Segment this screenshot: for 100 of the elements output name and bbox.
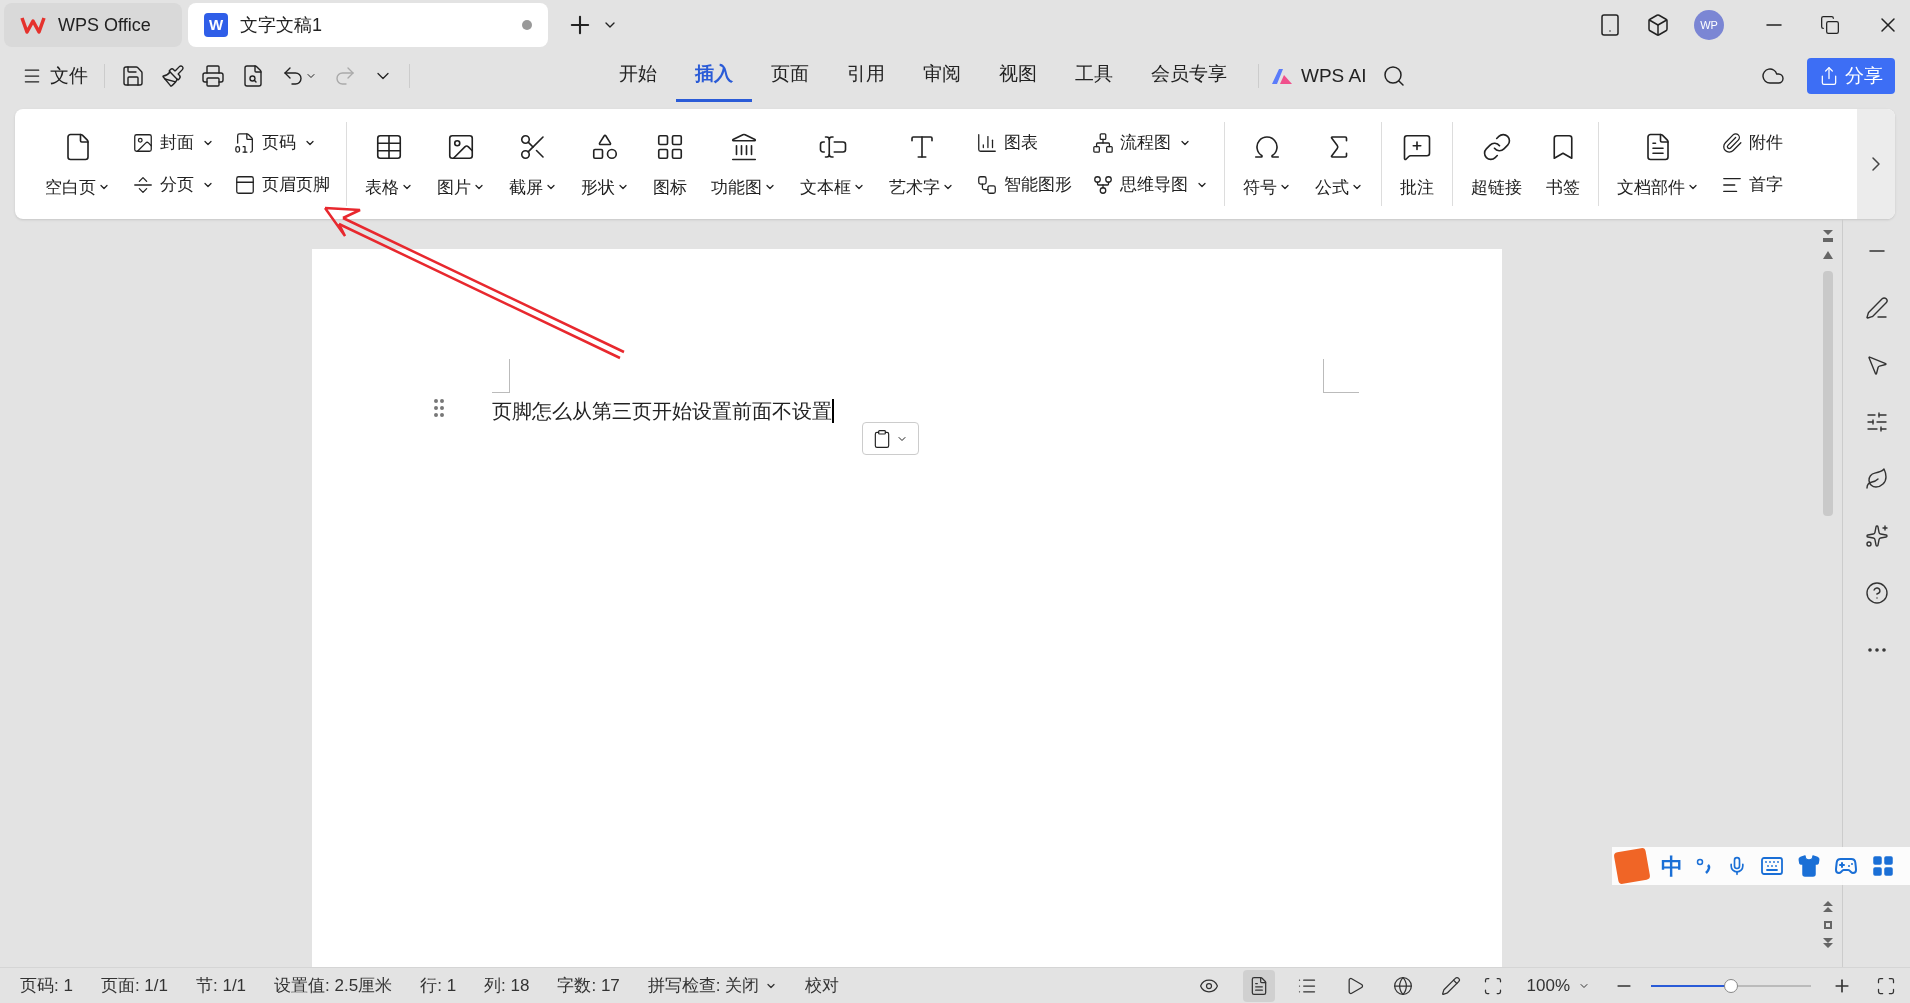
format-painter-icon[interactable]	[161, 64, 185, 88]
ime-logo-icon[interactable]	[1613, 847, 1651, 885]
shapes-icon	[590, 132, 620, 162]
ribbon-button[interactable]: 分页	[128, 168, 218, 202]
pen-icon	[1440, 975, 1461, 996]
shirt-icon[interactable]	[1797, 854, 1821, 878]
ribbon-button[interactable]: 页眉页脚	[230, 168, 334, 202]
sliders-icon[interactable]	[1864, 410, 1889, 434]
document-tab[interactable]: W 文字文稿1	[188, 3, 548, 47]
page-number-icon	[234, 132, 256, 154]
ai-logo-icon	[1271, 67, 1293, 85]
ribbon-button[interactable]: 智能图形	[972, 168, 1076, 202]
collapse-icon[interactable]	[1822, 229, 1834, 243]
ribbon-button[interactable]: 形状	[571, 124, 639, 204]
cube-icon[interactable]	[1646, 13, 1670, 37]
globe-icon	[1392, 975, 1413, 996]
ribbon-button[interactable]: 流程图	[1088, 126, 1212, 160]
status-item: 校对	[805, 974, 840, 997]
margin-corner-mark	[491, 359, 510, 393]
leaf-icon[interactable]	[1864, 467, 1889, 491]
fullscreen-icon[interactable]	[1876, 975, 1896, 996]
keyboard-icon[interactable]	[1760, 854, 1784, 878]
ribbon-button[interactable]: 批注	[1390, 124, 1444, 204]
restore-icon[interactable]	[1820, 15, 1840, 35]
search-icon[interactable]	[1382, 64, 1407, 88]
zoom-dropdown[interactable]: 100%	[1526, 972, 1590, 999]
share-icon	[1819, 66, 1839, 86]
menu-tab[interactable]: 开始	[600, 50, 676, 102]
menu-tab[interactable]: 审阅	[904, 50, 980, 102]
ribbon-button[interactable]: 附件	[1717, 126, 1787, 160]
ribbon-button[interactable]: 符号	[1233, 124, 1301, 204]
menu-tab[interactable]: 页面	[752, 50, 828, 102]
ribbon-button[interactable]: 首字	[1717, 168, 1787, 202]
ribbon-button[interactable]: 空白页	[35, 124, 120, 204]
paperclip-icon	[1721, 132, 1743, 154]
ribbon-button[interactable]: 图标	[643, 124, 697, 204]
select-browse-icon[interactable]	[1824, 921, 1832, 929]
view-mode-button[interactable]	[1242, 969, 1275, 1002]
save-icon[interactable]	[121, 64, 145, 88]
menu-tab[interactable]: 视图	[980, 50, 1056, 102]
comment-icon	[1402, 132, 1432, 162]
ribbon-button[interactable]: 截屏	[499, 124, 567, 204]
ime-mode[interactable]: 中	[1661, 849, 1683, 883]
status-item: 字数: 17	[557, 974, 620, 997]
status-item: 页码: 1	[20, 974, 73, 997]
chart-icon	[976, 132, 998, 154]
ribbon-button[interactable]: 表格	[355, 124, 423, 204]
status-item: 页面: 1/1	[100, 974, 168, 997]
grid-icon[interactable]	[1871, 854, 1895, 878]
clipboard-icon	[872, 428, 892, 449]
document-tab[interactable]: WPS Office	[4, 3, 182, 47]
ribbon-button[interactable]: 超链接	[1461, 124, 1532, 204]
file-menu[interactable]: 文件	[22, 61, 88, 91]
header-footer-icon	[234, 174, 256, 196]
ribbon-button[interactable]: 文档部件	[1607, 124, 1709, 204]
text-cursor	[831, 399, 834, 423]
table-icon	[374, 132, 404, 162]
margin-corner-mark	[1322, 359, 1359, 393]
document-text: 页脚怎么从第三页开始设置前面不设置	[491, 399, 832, 424]
fit-page-icon[interactable]	[1482, 975, 1503, 996]
ribbon-button[interactable]: 公式	[1305, 124, 1373, 204]
help-icon[interactable]	[1864, 581, 1889, 605]
ribbon-button[interactable]: 文本框	[790, 124, 875, 204]
smart-graphic-icon	[976, 174, 998, 196]
image-icon	[446, 132, 476, 162]
menu-tab[interactable]: 插入	[676, 50, 752, 102]
status-item[interactable]: 拼写检查: 关闭	[647, 972, 778, 999]
mic-icon[interactable]	[1727, 856, 1747, 876]
print-preview-icon[interactable]	[241, 64, 265, 88]
menu-tab[interactable]: 引用	[828, 50, 904, 102]
status-item: 行: 1	[420, 974, 457, 997]
print-icon[interactable]	[201, 64, 225, 88]
ribbon-button[interactable]: 思维导图	[1088, 168, 1212, 202]
next-page-icon[interactable]	[1823, 937, 1833, 949]
ribbon-button[interactable]: 书签	[1536, 124, 1590, 204]
flowchart-icon	[1092, 132, 1114, 154]
status-item: 设置值: 2.5厘米	[274, 974, 393, 997]
status-item: 节: 1/1	[196, 974, 247, 997]
page-break-icon	[132, 174, 154, 196]
tablet-icon[interactable]	[1598, 13, 1622, 37]
previous-page-icon[interactable]	[1823, 901, 1833, 913]
scrollbar-thumb[interactable]	[1823, 271, 1833, 516]
menu-tab[interactable]: 会员专享	[1132, 50, 1246, 102]
wps-ai-button[interactable]: WPS AI	[1271, 61, 1367, 91]
menu-tab[interactable]: 工具	[1056, 50, 1132, 102]
paste-options-button[interactable]	[861, 422, 919, 455]
ribbon-button[interactable]: 封面	[128, 126, 218, 160]
icon-grid-icon	[655, 132, 685, 162]
share-button[interactable]: 分享	[1807, 58, 1895, 94]
ribbon-button[interactable]: 图片	[427, 124, 495, 204]
wps-logo-icon	[20, 15, 46, 35]
ribbon-button[interactable]: 艺术字	[879, 124, 964, 204]
zoom-slider-thumb[interactable]	[1724, 978, 1738, 993]
pen-icon[interactable]	[1864, 296, 1889, 320]
ribbon-button[interactable]: 图表	[972, 126, 1076, 160]
scroll-up-icon[interactable]	[1823, 251, 1833, 259]
word-app-icon: W	[204, 13, 228, 37]
ribbon-button[interactable]: 页码	[230, 126, 334, 160]
mind-map-icon	[1092, 174, 1114, 196]
ribbon-button[interactable]: 功能图	[701, 124, 786, 204]
